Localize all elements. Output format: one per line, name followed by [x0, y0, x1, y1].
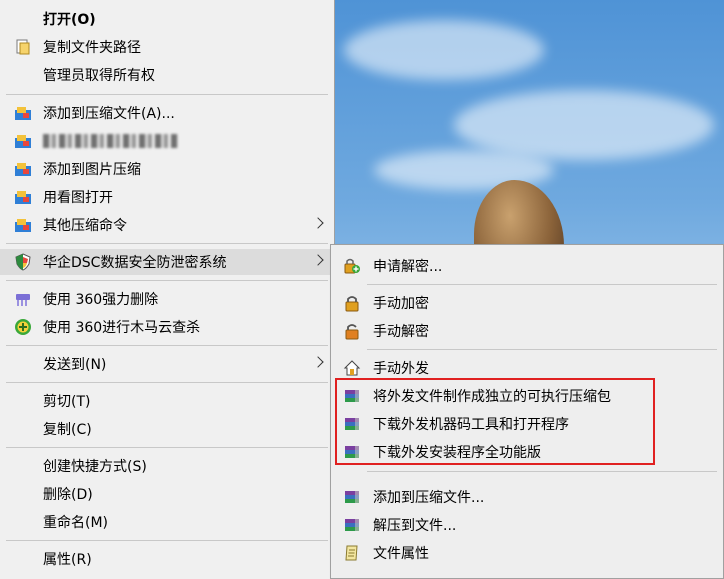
menu-item-send-to[interactable]: 发送到(N)	[0, 351, 334, 377]
menu-item-delete[interactable]: 删除(D)	[0, 481, 334, 507]
menu-item-label: 删除(D)	[43, 487, 93, 503]
shield-icon	[14, 253, 32, 271]
context-menu: 打开(O) 复制文件夹路径 管理员取得所有权 添加到压缩文件(A)... 添加到…	[0, 0, 335, 579]
menu-item-label: 华企DSC数据安全防泄密系统	[43, 255, 227, 271]
separator	[6, 540, 328, 541]
submenu-item-label: 手动外发	[373, 361, 429, 377]
menu-item-image-compress[interactable]: 添加到图片压缩	[0, 156, 334, 182]
archive-icon	[14, 216, 32, 234]
submenu-item-download-full-installer[interactable]: 下载外发安装程序全功能版	[331, 439, 723, 465]
menu-item-properties[interactable]: 属性(R)	[0, 546, 334, 572]
menu-item-open[interactable]: 打开(O)	[0, 6, 334, 32]
house-send-icon	[343, 359, 361, 377]
submenu-item-label: 手动解密	[373, 324, 429, 340]
menu-item-label: 属性(R)	[43, 552, 92, 568]
submenu-item-label: 添加到压缩文件...	[373, 490, 485, 506]
chevron-right-icon	[312, 217, 324, 229]
menu-item-label: 重命名(M)	[43, 515, 109, 531]
menu-item-label: 用看图打开	[43, 190, 113, 206]
menu-item-label: 打开(O)	[43, 12, 96, 28]
separator	[6, 447, 328, 448]
copy-path-icon	[14, 38, 32, 56]
blurred-label	[43, 133, 178, 149]
menu-item-label: 添加到压缩文件(A)...	[43, 106, 175, 122]
menu-item-label: 复制(C)	[43, 422, 92, 438]
menu-item-open-with-viewer[interactable]: 用看图打开	[0, 184, 334, 210]
menu-item-copy-folder-path[interactable]: 复制文件夹路径	[0, 34, 334, 60]
books-icon	[343, 443, 361, 461]
lock-icon	[343, 294, 361, 312]
menu-item-copy[interactable]: 复制(C)	[0, 416, 334, 442]
archive-icon	[14, 160, 32, 178]
separator	[367, 471, 717, 472]
submenu-item-label: 申请解密...	[373, 259, 443, 275]
menu-item-cut[interactable]: 剪切(T)	[0, 388, 334, 414]
menu-item-label: 创建快捷方式(S)	[43, 459, 147, 475]
archive-icon	[14, 132, 32, 150]
separator	[6, 382, 328, 383]
menu-item-360-trojan-scan[interactable]: 使用 360进行木马云查杀	[0, 314, 334, 340]
submenu-item-file-properties[interactable]: 文件属性	[331, 540, 723, 566]
separator	[6, 243, 328, 244]
books-icon	[343, 516, 361, 534]
submenu-item-extract-to[interactable]: 解压到文件...	[331, 512, 723, 538]
plus-circle-icon	[14, 318, 32, 336]
menu-item-label: 发送到(N)	[43, 357, 107, 373]
separator	[367, 284, 717, 285]
separator	[6, 280, 328, 281]
submenu-item-label: 下载外发安装程序全功能版	[373, 445, 541, 461]
separator	[6, 345, 328, 346]
submenu-item-apply-decrypt[interactable]: 申请解密...	[331, 253, 723, 279]
scroll-icon	[343, 544, 361, 562]
submenu-item-download-machine-code-tool[interactable]: 下载外发机器码工具和打开程序	[331, 411, 723, 437]
menu-item-create-shortcut[interactable]: 创建快捷方式(S)	[0, 453, 334, 479]
menu-item-add-to-archive[interactable]: 添加到压缩文件(A)...	[0, 100, 334, 126]
separator	[367, 349, 717, 350]
menu-item-dsc-system[interactable]: 华企DSC数据安全防泄密系统	[0, 249, 334, 275]
submenu-item-manual-send[interactable]: 手动外发	[331, 355, 723, 381]
shredder-icon	[14, 290, 32, 308]
separator	[6, 94, 328, 95]
menu-item-label: 剪切(T)	[43, 394, 91, 410]
menu-item-blurred[interactable]	[0, 128, 334, 154]
submenu-item-label: 手动加密	[373, 296, 429, 312]
submenu-item-label: 解压到文件...	[373, 518, 457, 534]
submenu-item-add-to-archive[interactable]: 添加到压缩文件...	[331, 484, 723, 510]
chevron-right-icon	[312, 254, 324, 266]
submenu-item-label: 文件属性	[373, 546, 429, 562]
submenu-item-manual-encrypt[interactable]: 手动加密	[331, 290, 723, 316]
menu-item-label: 管理员取得所有权	[43, 68, 155, 84]
archive-icon	[14, 188, 32, 206]
menu-item-rename[interactable]: 重命名(M)	[0, 509, 334, 535]
books-icon	[343, 387, 361, 405]
menu-item-360-force-delete[interactable]: 使用 360强力删除	[0, 286, 334, 312]
menu-item-label: 使用 360强力删除	[43, 292, 159, 308]
submenu-item-make-exe-package[interactable]: 将外发文件制作成独立的可执行压缩包	[331, 383, 723, 409]
archive-icon	[14, 104, 32, 122]
dsc-submenu: 申请解密... 手动加密 手动解密 手动外发 将外发文件制作成独立的可执行压缩包…	[330, 244, 724, 579]
submenu-item-manual-decrypt[interactable]: 手动解密	[331, 318, 723, 344]
menu-item-label: 添加到图片压缩	[43, 162, 141, 178]
menu-item-label: 使用 360进行木马云查杀	[43, 320, 201, 336]
submenu-item-label: 下载外发机器码工具和打开程序	[373, 417, 569, 433]
apply-decrypt-icon	[343, 257, 361, 275]
chevron-right-icon	[312, 356, 324, 368]
menu-item-take-ownership[interactable]: 管理员取得所有权	[0, 62, 334, 88]
menu-item-label: 其他压缩命令	[43, 218, 127, 234]
submenu-item-label: 将外发文件制作成独立的可执行压缩包	[373, 389, 611, 405]
books-icon	[343, 488, 361, 506]
unlock-icon	[343, 322, 361, 340]
menu-item-other-compress[interactable]: 其他压缩命令	[0, 212, 334, 238]
books-icon	[343, 415, 361, 433]
menu-item-label: 复制文件夹路径	[43, 40, 141, 56]
